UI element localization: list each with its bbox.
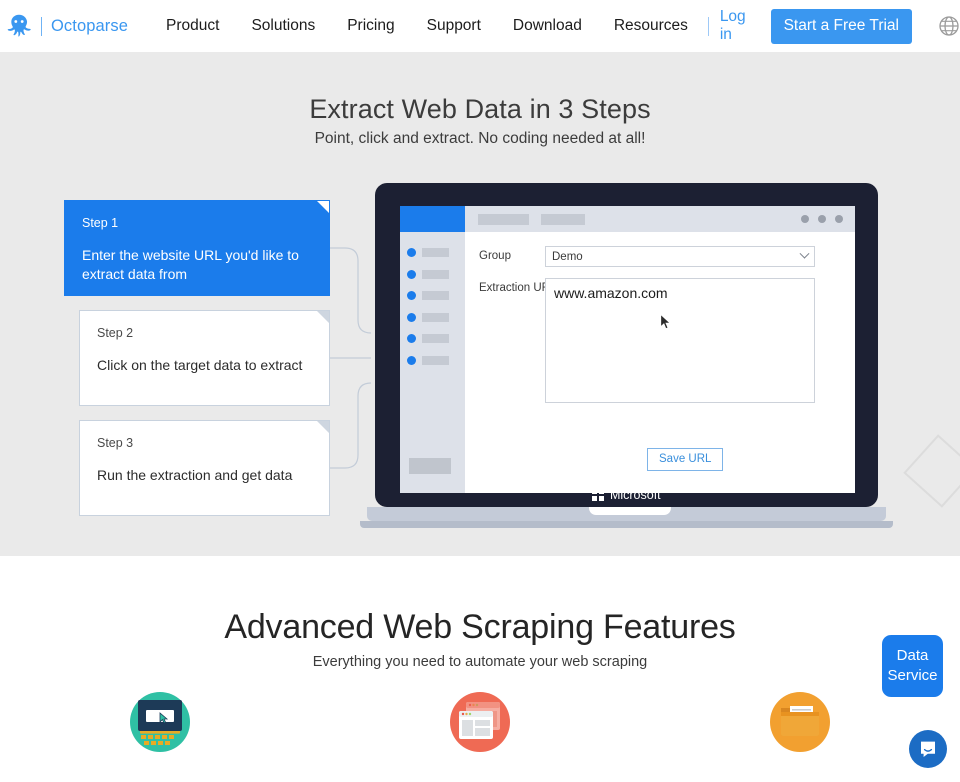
sidebar-item[interactable] — [400, 334, 465, 343]
app-sidebar — [400, 232, 465, 493]
top-navigation-bar: Octoparse Product Solutions Pricing Supp… — [0, 0, 960, 52]
feature-item-2[interactable] — [320, 686, 640, 758]
features-subtitle: Everything you need to automate your web… — [312, 654, 648, 670]
globe-icon[interactable] — [938, 15, 960, 37]
nav-link-solutions[interactable]: Solutions — [235, 17, 331, 35]
sidebar-label-placeholder — [422, 334, 449, 343]
step-card-3[interactable]: Step 3 Run the extraction and get data — [79, 420, 330, 516]
page-root: Octoparse Product Solutions Pricing Supp… — [0, 0, 960, 782]
app-content: Group Demo Extraction URL www.amazon.com — [465, 232, 855, 493]
sidebar-label-placeholder — [422, 355, 449, 365]
globe-icon-svg — [939, 16, 959, 36]
app-tabs-area — [465, 206, 855, 232]
ms-square — [598, 495, 604, 501]
start-free-trial-button[interactable]: Start a Free Trial — [770, 8, 912, 44]
bullet-icon — [407, 269, 416, 279]
window-dot-3[interactable] — [835, 215, 843, 223]
window-dot-2[interactable] — [818, 215, 826, 223]
bullet-icon — [407, 291, 416, 300]
step-card-2[interactable]: Step 2 Click on the target data to extra… — [79, 310, 330, 406]
ms-square — [592, 489, 598, 495]
tab-placeholder-2[interactable] — [541, 213, 585, 225]
mouse-cursor-icon-svg — [660, 313, 671, 330]
extraction-url-value: www.amazon.com — [554, 285, 668, 301]
card-corner-icon — [317, 421, 329, 433]
app-screen: Group Demo Extraction URL www.amazon.com — [400, 206, 855, 493]
sidebar-item[interactable] — [400, 355, 465, 365]
card-corner-icon — [317, 311, 329, 323]
group-select-value: Demo — [552, 250, 583, 263]
nav-link-product[interactable]: Product — [150, 17, 235, 35]
card-corner-icon — [317, 201, 329, 213]
features-section: Advanced Web Scraping Features Everythin… — [0, 556, 960, 782]
step-card-1[interactable]: Step 1 Enter the website URL you'd like … — [64, 200, 330, 296]
step-3-text: Run the extraction and get data — [97, 467, 293, 483]
sidebar-item[interactable] — [400, 291, 465, 300]
group-label: Group — [479, 250, 511, 262]
nav-links: Product Solutions Pricing Support Downlo… — [150, 8, 960, 44]
feature-item-1[interactable] — [0, 686, 320, 758]
microsoft-branding: Microsoft — [375, 488, 878, 502]
sidebar-label-placeholder — [422, 248, 449, 257]
data-service-button[interactable]: Data Service — [882, 635, 943, 697]
sidebar-label-placeholder — [422, 312, 449, 322]
chat-launcher-button[interactable] — [909, 730, 947, 768]
features-title: Advanced Web Scraping Features — [224, 608, 736, 646]
step-3-label: Step 3 — [97, 436, 134, 450]
data-service-line-2: Service — [887, 667, 938, 684]
data-folder-icon — [770, 692, 830, 752]
octopus-icon — [4, 11, 34, 41]
step-1-text: Enter the website URL you'd like to extr… — [82, 247, 299, 282]
ms-square — [592, 495, 598, 501]
login-link[interactable]: Log in — [711, 8, 766, 44]
sidebar-label-placeholder — [422, 269, 449, 279]
laptop-base-lower — [360, 521, 893, 528]
step-2-text: Click on the target data to extract — [97, 357, 303, 373]
extraction-url-input[interactable]: www.amazon.com — [545, 278, 815, 403]
sidebar-item[interactable] — [400, 248, 465, 257]
app-body: Group Demo Extraction URL www.amazon.com — [400, 232, 855, 493]
nav-link-support[interactable]: Support — [411, 17, 497, 35]
sidebar-item[interactable] — [400, 269, 465, 279]
data-service-line-1: Data — [896, 647, 929, 664]
laptop-mockup: Group Demo Extraction URL www.amazon.com — [360, 183, 893, 528]
microsoft-logo-icon — [592, 489, 604, 501]
point-and-click-icon — [130, 692, 190, 752]
window-dot-1[interactable] — [801, 215, 809, 223]
bullet-icon — [407, 248, 416, 257]
sidebar-item[interactable] — [400, 312, 465, 322]
nav-link-resources[interactable]: Resources — [598, 17, 704, 35]
bullet-icon — [407, 312, 416, 322]
window-controls — [792, 215, 855, 223]
hero-section: Extract Web Data in 3 Steps Point, click… — [0, 52, 960, 556]
multiple-browsers-icon — [450, 692, 510, 752]
bullet-icon — [407, 355, 416, 365]
step-1-label: Step 1 — [82, 216, 119, 230]
bullet-icon — [407, 334, 416, 343]
chat-bubble-icon — [921, 741, 935, 757]
app-logo-area — [400, 206, 465, 232]
ms-square — [598, 489, 604, 495]
feature-icons-row — [0, 686, 960, 758]
nav-link-pricing[interactable]: Pricing — [331, 17, 410, 35]
group-select[interactable]: Demo — [545, 246, 815, 267]
app-title-bar — [400, 206, 855, 232]
login-divider — [707, 16, 709, 36]
sidebar-label-placeholder — [422, 291, 449, 300]
microsoft-label: Microsoft — [609, 488, 661, 502]
laptop-notch — [589, 507, 671, 515]
nav-link-download[interactable]: Download — [497, 17, 598, 35]
brand-logo[interactable]: Octoparse — [0, 11, 128, 41]
tab-placeholder-1[interactable] — [478, 213, 529, 225]
save-url-button[interactable]: Save URL — [647, 448, 724, 471]
laptop-lid: Group Demo Extraction URL www.amazon.com — [375, 183, 878, 507]
brand-name: Octoparse — [51, 16, 129, 35]
octopus-icon-svg — [7, 14, 31, 37]
logo-divider — [41, 16, 42, 36]
sidebar-footer-placeholder[interactable] — [409, 458, 451, 474]
mouse-cursor-icon — [660, 313, 671, 335]
step-2-label: Step 2 — [97, 326, 134, 340]
chevron-down-icon — [799, 248, 810, 259]
